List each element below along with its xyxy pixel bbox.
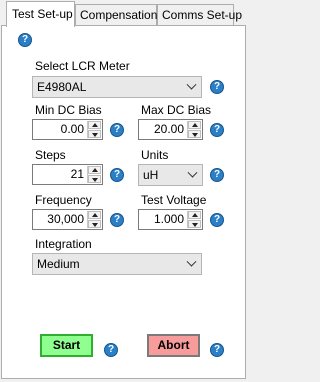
help-icon[interactable]: ?: [18, 33, 32, 47]
help-icon[interactable]: ?: [110, 213, 124, 227]
integration-label: Integration: [35, 237, 92, 251]
steps-value: 21: [70, 167, 84, 181]
spin-up-icon[interactable]: [188, 121, 201, 129]
frequency-value: 30,000: [47, 212, 84, 226]
help-icon[interactable]: ?: [210, 168, 224, 182]
help-icon[interactable]: ?: [110, 168, 124, 182]
min-dc-bias-label: Min DC Bias: [35, 103, 102, 117]
max-dc-bias-value: 20.00: [153, 122, 184, 136]
spin-down-icon[interactable]: [88, 130, 101, 138]
tab-test-setup[interactable]: Test Set-up: [6, 1, 75, 27]
frequency-label: Frequency: [35, 193, 92, 207]
spin-up-icon[interactable]: [88, 166, 101, 174]
tab-bar: Test Set-up Compensation Comms Set-up: [0, 0, 254, 27]
steps-stepper[interactable]: 21: [32, 164, 103, 185]
lcr-meter-value: E4980AL: [37, 80, 87, 94]
help-icon[interactable]: ?: [110, 123, 124, 137]
help-icon[interactable]: ?: [210, 123, 224, 137]
spin-up-icon[interactable]: [188, 211, 201, 219]
tab-compensation[interactable]: Compensation: [75, 4, 157, 26]
chevron-down-icon: [187, 167, 198, 178]
min-dc-bias-value: 0.00: [60, 122, 84, 136]
lcr-meter-select[interactable]: E4980AL: [32, 76, 202, 98]
units-value: uH: [143, 168, 159, 182]
min-dc-bias-stepper[interactable]: 0.00: [32, 119, 103, 140]
spin-up-icon[interactable]: [88, 121, 101, 129]
abort-button[interactable]: Abort: [147, 334, 200, 357]
spin-down-icon[interactable]: [188, 130, 201, 138]
start-button[interactable]: Start: [40, 334, 93, 357]
units-label: Units: [141, 148, 169, 162]
frequency-stepper[interactable]: 30,000: [32, 209, 103, 230]
spin-down-icon[interactable]: [188, 220, 201, 228]
help-icon[interactable]: ?: [210, 213, 224, 227]
help-icon[interactable]: ?: [210, 343, 224, 357]
chevron-down-icon: [186, 256, 197, 267]
spin-up-icon[interactable]: [88, 211, 101, 219]
steps-label: Steps: [35, 148, 66, 162]
lcr-meter-label: Select LCR Meter: [35, 59, 130, 73]
spin-down-icon[interactable]: [88, 175, 101, 183]
chevron-down-icon: [186, 79, 197, 90]
tab-comms-setup[interactable]: Comms Set-up: [157, 4, 242, 26]
spin-down-icon[interactable]: [88, 220, 101, 228]
max-dc-bias-label: Max DC Bias: [141, 103, 212, 117]
help-icon[interactable]: ?: [210, 80, 224, 94]
max-dc-bias-stepper[interactable]: 20.00: [138, 119, 203, 140]
integration-value: Medium: [37, 257, 80, 271]
integration-select[interactable]: Medium: [32, 253, 202, 275]
units-select[interactable]: uH: [138, 164, 203, 186]
test-voltage-value: 1.000: [153, 212, 184, 226]
test-voltage-label: Test Voltage: [141, 193, 207, 207]
test-voltage-stepper[interactable]: 1.000: [138, 209, 203, 230]
help-icon[interactable]: ?: [104, 343, 118, 357]
